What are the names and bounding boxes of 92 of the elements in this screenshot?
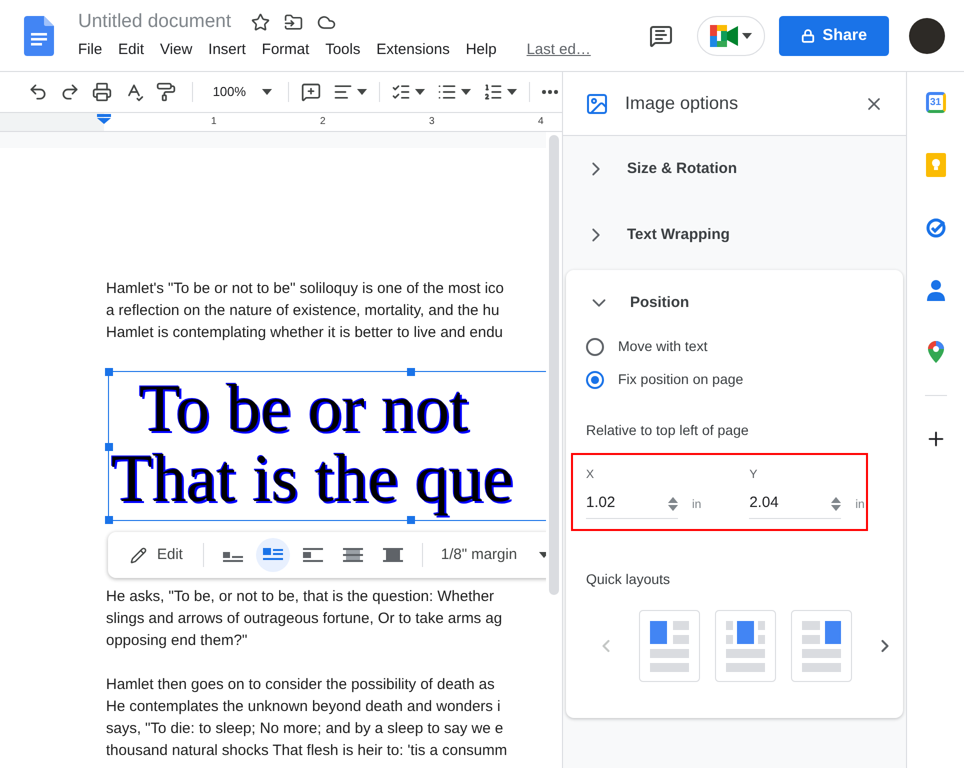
caret-icon	[461, 89, 472, 95]
comments-icon[interactable]	[648, 24, 673, 48]
ruler-number: 1	[211, 115, 217, 129]
image-text: To be or not	[139, 378, 469, 438]
field-label: X	[586, 466, 596, 483]
paragraph-line: Hamlet then goes on to consider the possibility of death as	[106, 675, 496, 695]
radio-button[interactable]	[586, 338, 604, 356]
zoom-dropdown[interactable]: 100%	[204, 76, 280, 108]
menu-item[interactable]: Help	[466, 39, 513, 62]
contacts-icon[interactable]	[926, 279, 944, 301]
menu-item[interactable]: Format	[262, 39, 326, 62]
resize-handle[interactable]	[105, 516, 113, 524]
wrap-mode-icon	[382, 548, 403, 562]
radio-label: Fix position on page	[618, 370, 744, 389]
margin-dropdown[interactable]: 1/8" margin	[434, 537, 546, 573]
wrap-mode-icon	[262, 548, 283, 562]
unit-label: in	[692, 496, 702, 513]
radio-button[interactable]	[586, 370, 604, 388]
menu-item[interactable]: Edit	[118, 39, 160, 62]
resize-handle[interactable]	[407, 516, 415, 524]
section-header[interactable]: Position	[566, 270, 903, 336]
spinner-icon[interactable]	[831, 496, 842, 510]
resize-handle[interactable]	[407, 368, 415, 376]
paragraph-line: He contemplates the unknown beyond death and wonders i	[106, 697, 502, 717]
docs-logo[interactable]	[24, 16, 54, 56]
paragraph-line: thousand natural shocks That flesh is heir to: 'tis a consumm	[106, 741, 508, 761]
move-icon[interactable]	[284, 13, 304, 32]
paragraph-line: says, "To die: to sleep; No more; and by a sleep to say we e	[106, 719, 504, 739]
wrap-mode-icon	[342, 548, 363, 562]
ruler-number: 3	[429, 115, 435, 129]
caret-icon	[415, 89, 426, 95]
layout-thumbnail[interactable]	[791, 610, 852, 682]
print-icon	[92, 82, 112, 102]
scrollbar-thumb[interactable]	[549, 135, 559, 595]
caret-icon	[539, 552, 546, 558]
document-title[interactable]: Untitled document	[78, 8, 232, 37]
caret-icon	[742, 32, 752, 38]
caret-icon	[356, 89, 367, 95]
star-icon[interactable]	[251, 13, 270, 32]
caret-icon	[262, 89, 272, 95]
ruler-number: 4	[538, 115, 544, 129]
resize-handle[interactable]	[105, 368, 113, 376]
tasks-icon[interactable]	[924, 217, 946, 239]
paragraph-line: Hamlet is contemplating whether it is better to live and endu	[106, 323, 504, 343]
menu-item[interactable]: Insert	[208, 39, 262, 62]
radio-label: Move with text	[618, 337, 708, 356]
menu-item[interactable]: Extensions	[376, 39, 466, 62]
indent-marker-icon[interactable]	[97, 114, 111, 124]
calendar-icon[interactable]: 31	[926, 92, 946, 113]
share-button[interactable]: Share	[778, 16, 889, 56]
add-comment-icon	[300, 82, 321, 102]
wrap-mode-button[interactable]	[256, 538, 290, 572]
edit-button[interactable]: Edit	[122, 537, 191, 573]
layout-thumbnail[interactable]	[715, 610, 776, 682]
paragraph-line: opposing end them?"	[106, 631, 248, 651]
paragraph-line: a reflection on the nature of existence, mortality, and the hu	[106, 301, 500, 321]
paint-format-icon	[156, 82, 176, 102]
lock-icon	[800, 28, 815, 42]
ruler-number: 2	[320, 115, 326, 129]
resize-handle[interactable]	[105, 443, 113, 451]
undo-icon	[28, 82, 48, 102]
meet-button[interactable]	[696, 16, 765, 56]
menu-item[interactable]: File	[78, 39, 118, 62]
video-camera-icon	[710, 24, 738, 46]
panel-title: Image options	[625, 92, 740, 115]
cloud-icon[interactable]	[317, 13, 336, 32]
caret-icon	[507, 89, 518, 95]
more-icon	[542, 90, 558, 94]
menu-item[interactable]: View	[160, 39, 208, 62]
last-edit-link[interactable]: Last ed…	[526, 39, 591, 62]
spinner-icon[interactable]	[668, 496, 678, 510]
field-label: Y	[749, 466, 758, 483]
numbered-list-icon	[483, 82, 504, 102]
paragraph-line: He asks, "To be, or not to be, that is the question: Whether	[106, 587, 496, 607]
menu-item[interactable]: Tools	[325, 39, 376, 62]
image-text: That is the que	[111, 442, 514, 514]
number-field[interactable]: 1.02	[586, 489, 678, 519]
quick-layouts-title: Quick layouts	[585, 570, 672, 589]
paragraph-line: Hamlet's "To be or not to be" soliloquy is one of the most ico	[106, 279, 505, 299]
paragraph-line: slings and arrows of outrageous fortune, Or to take arms ag	[106, 609, 504, 629]
section-header[interactable]: Text Wrapping	[563, 202, 906, 268]
pencil-icon	[130, 546, 147, 564]
wrap-mode-icon	[302, 548, 323, 562]
redo-icon	[60, 82, 80, 102]
unit-label: in	[855, 496, 865, 513]
number-field[interactable]: 2.04	[749, 489, 842, 519]
section-header[interactable]: Size & Rotation	[563, 136, 906, 202]
map-pin-icon[interactable]	[928, 341, 944, 363]
relative-label: Relative to top left of page	[585, 421, 750, 440]
image-icon	[585, 92, 609, 116]
avatar[interactable]	[909, 18, 945, 54]
layout-thumbnail[interactable]	[639, 610, 700, 682]
